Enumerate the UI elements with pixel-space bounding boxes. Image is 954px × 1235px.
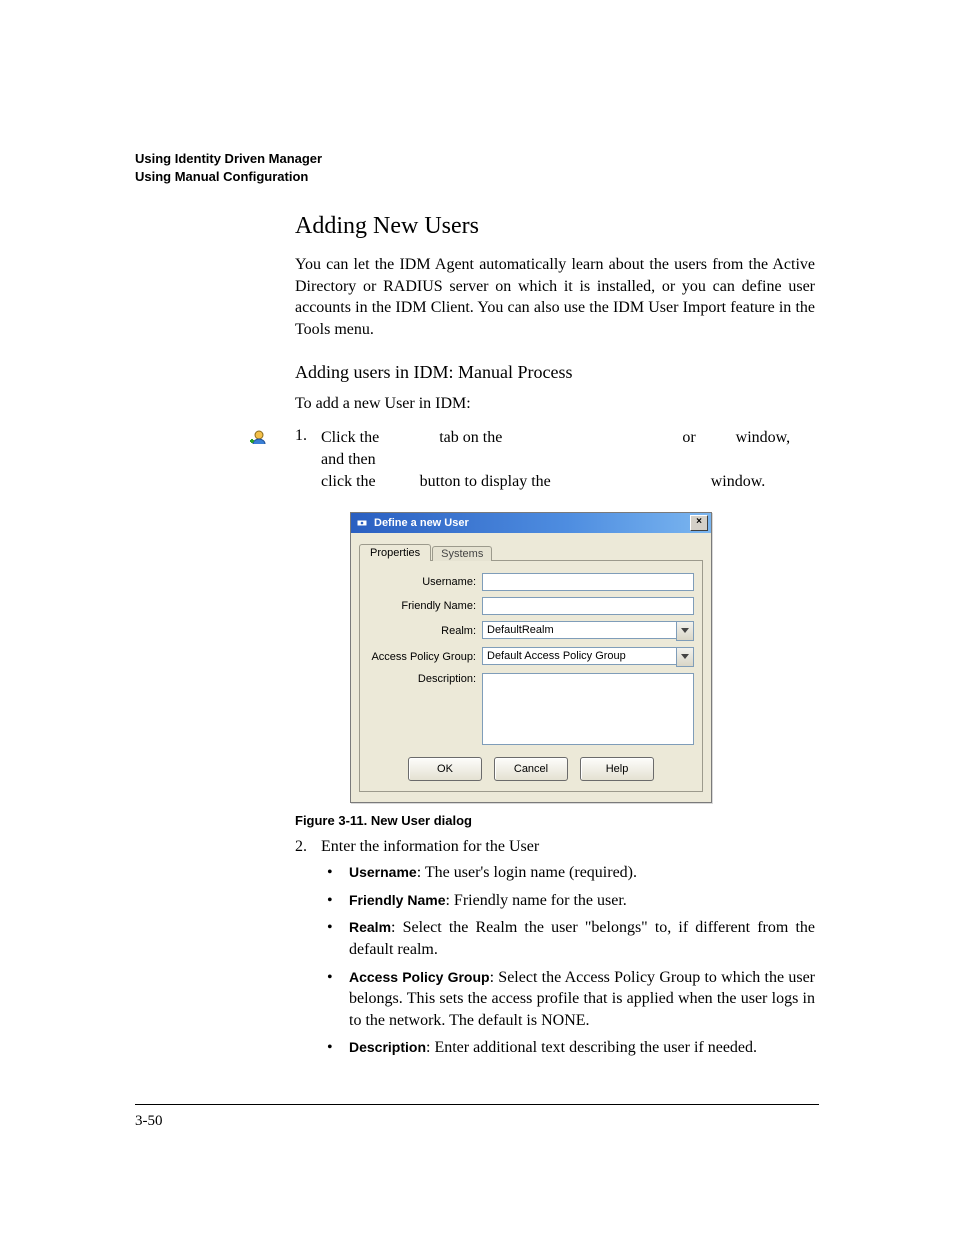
bullet-username: Username: The user's login name (require… <box>321 862 815 884</box>
intro-paragraph: You can let the IDM Agent automatically … <box>295 254 815 340</box>
add-user-icon <box>250 429 268 447</box>
close-icon[interactable]: × <box>690 515 708 531</box>
chevron-down-icon[interactable] <box>676 621 694 641</box>
sub-heading: Adding users in IDM: Manual Process <box>295 362 815 383</box>
figure-caption: Figure 3-11. New User dialog <box>295 813 815 828</box>
label-friendly-name: Friendly Name: <box>368 600 482 612</box>
header-line-2: Using Manual Configuration <box>135 168 819 186</box>
username-field[interactable] <box>482 573 694 591</box>
label-access-policy-group: Access Policy Group: <box>368 651 482 663</box>
step-2-number: 2. <box>295 838 321 856</box>
section-title: Adding New Users <box>295 213 815 240</box>
dialog-titlebar[interactable]: Define a new User × <box>351 513 711 533</box>
tab-properties[interactable]: Properties <box>359 544 431 561</box>
realm-combo[interactable]: DefaultRealm <box>482 621 694 641</box>
ok-button[interactable]: OK <box>408 757 482 781</box>
friendly-name-field[interactable] <box>482 597 694 615</box>
bullet-realm: Realm: Select the Realm the user "belong… <box>321 917 815 960</box>
dialog-tabs: Properties Systems <box>359 541 703 561</box>
tab-systems[interactable]: Systems <box>432 546 492 561</box>
chevron-down-icon[interactable] <box>676 647 694 667</box>
label-realm: Realm: <box>368 625 482 637</box>
step-1-number: 1. <box>295 427 321 445</box>
dialog-icon <box>356 517 368 529</box>
label-description: Description: <box>368 673 482 685</box>
cancel-button[interactable]: Cancel <box>494 757 568 781</box>
apg-value: Default Access Policy Group <box>482 647 676 665</box>
bullet-friendly-name: Friendly Name: Friendly name for the use… <box>321 890 815 912</box>
header-line-1: Using Identity Driven Manager <box>135 150 819 168</box>
page-number: 3-50 <box>135 1113 163 1130</box>
realm-value: DefaultRealm <box>482 621 676 639</box>
step-2-text: Enter the information for the User <box>321 838 539 856</box>
step-1: 1. Click thetab on theorwindow, and then… <box>250 427 815 492</box>
footer-rule <box>135 1104 819 1105</box>
help-button[interactable]: Help <box>580 757 654 781</box>
access-policy-group-combo[interactable]: Default Access Policy Group <box>482 647 694 667</box>
bullet-access-policy-group: Access Policy Group: Select the Access P… <box>321 967 815 1032</box>
label-username: Username: <box>368 576 482 588</box>
define-new-user-dialog: Define a new User × Properties Systems U… <box>350 512 712 803</box>
lead-sentence: To add a new User in IDM: <box>295 395 815 413</box>
figure-new-user-dialog: Define a new User × Properties Systems U… <box>350 512 815 803</box>
step-2: 2. Enter the information for the User <box>295 838 815 856</box>
description-field[interactable] <box>482 673 694 745</box>
field-bullet-list: Username: The user's login name (require… <box>321 862 815 1059</box>
dialog-title: Define a new User <box>374 517 690 529</box>
bullet-description: Description: Enter additional text descr… <box>321 1037 815 1059</box>
page-header: Using Identity Driven Manager Using Manu… <box>135 150 819 185</box>
step-1-text: Click thetab on theorwindow, and then cl… <box>321 427 815 492</box>
